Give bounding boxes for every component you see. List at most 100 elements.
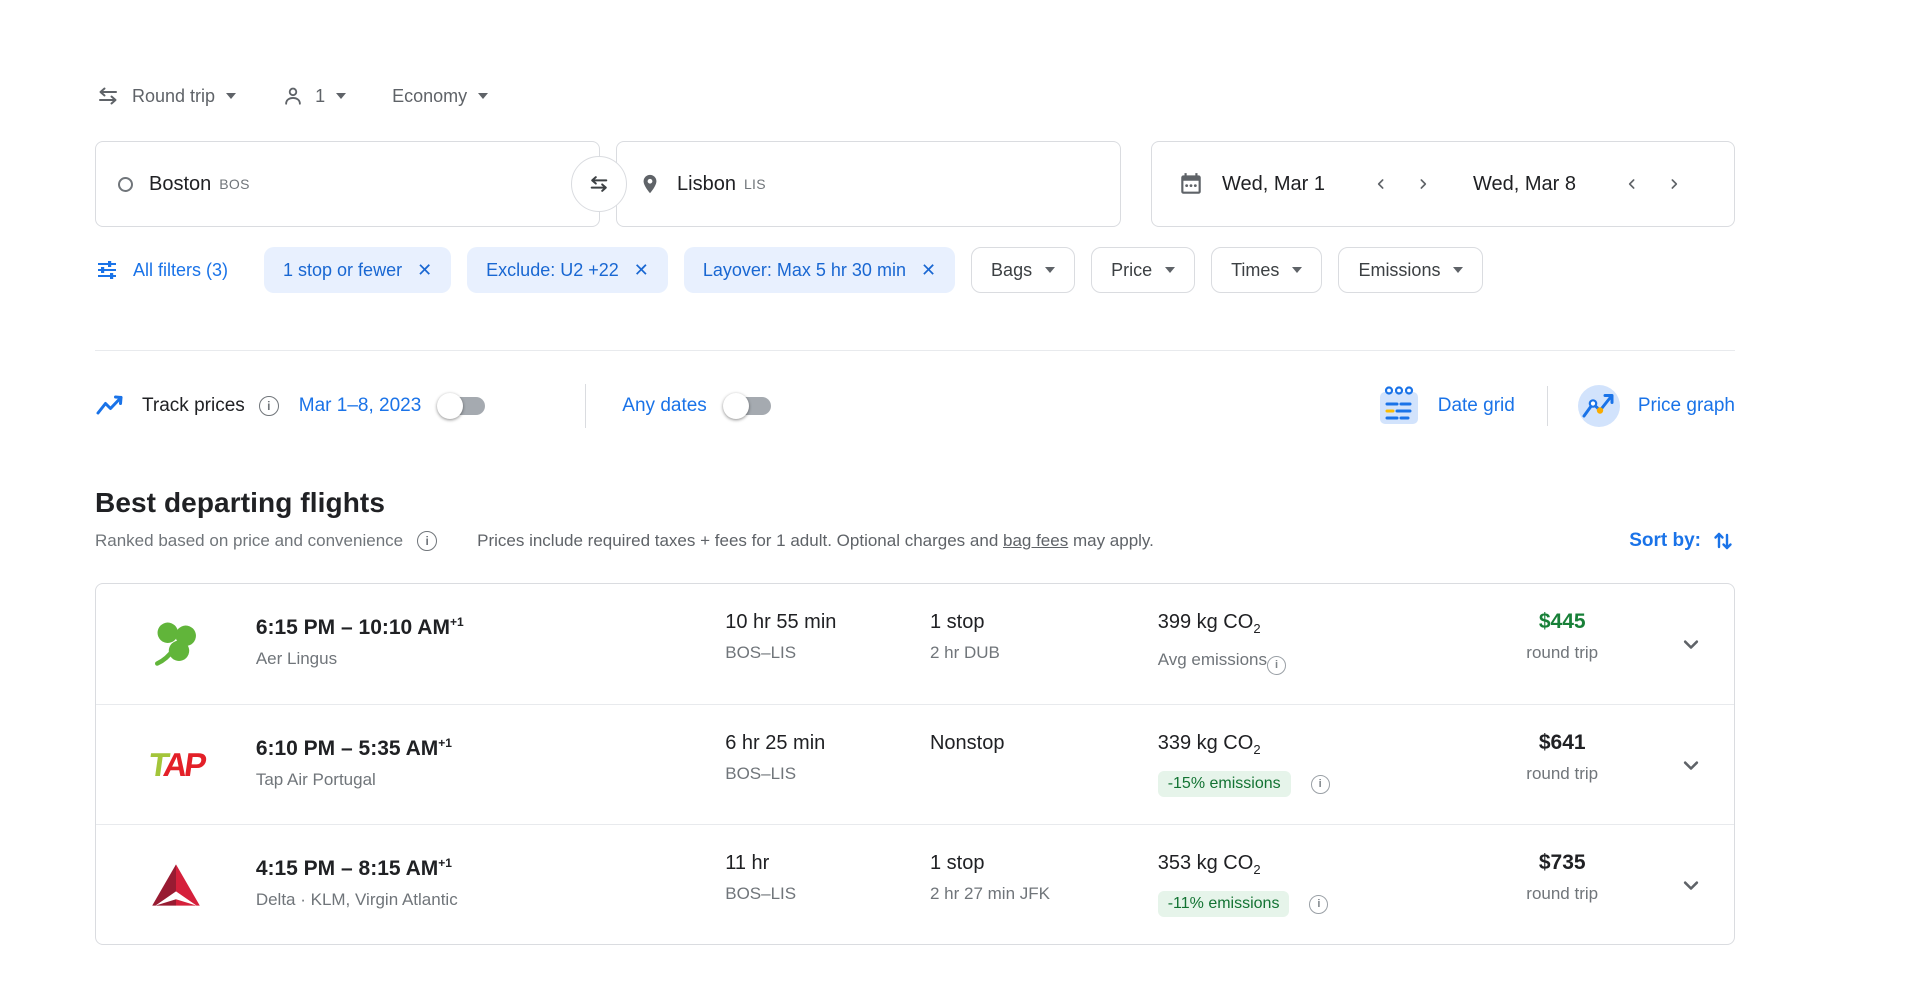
- expand-flight-button[interactable]: [1677, 825, 1734, 944]
- filter-chip-stops[interactable]: 1 stop or fewer ✕: [264, 247, 451, 293]
- destination-field[interactable]: Lisbon LIS: [616, 141, 1121, 227]
- price-unit: round trip: [1447, 642, 1677, 664]
- next-departure-date-button[interactable]: [1415, 176, 1431, 192]
- chevron-down-icon: [1165, 267, 1175, 273]
- tap-logo: TAP: [146, 746, 206, 784]
- calendar-icon: [1178, 171, 1204, 197]
- flight-times: 6:10 PM – 5:35 AM+1: [256, 730, 725, 762]
- prev-return-date-button[interactable]: [1624, 176, 1640, 192]
- chevron-down-icon: [336, 93, 346, 99]
- flight-row-aer-lingus[interactable]: 6:15 PM – 10:10 AM+1 Aer Lingus 10 hr 55…: [96, 584, 1734, 704]
- search-form: Boston BOS Lisbon LIS: [95, 141, 1735, 227]
- sort-arrows-icon: [1711, 529, 1735, 553]
- filter-dropdown-price[interactable]: Price: [1091, 247, 1195, 293]
- flight-price: $641: [1447, 730, 1677, 756]
- filter-chip-exclude-airlines[interactable]: Exclude: U2 +22 ✕: [467, 247, 668, 293]
- emissions-cell: 353 kg CO2 -11% emissions i: [1158, 825, 1448, 944]
- airline-logo: TAP: [96, 705, 256, 824]
- flight-row-delta[interactable]: 4:15 PM – 8:15 AM+1 Delta · KLM, Virgin …: [96, 824, 1734, 944]
- flight-times-cell: 4:15 PM – 8:15 AM+1 Delta · KLM, Virgin …: [256, 825, 725, 944]
- remove-filter-icon[interactable]: ✕: [634, 261, 649, 279]
- price-unit: round trip: [1447, 883, 1677, 905]
- trip-options-bar: Round trip 1 Economy: [95, 0, 1735, 107]
- any-dates-toggle[interactable]: [723, 393, 773, 419]
- filter-dropdown-times[interactable]: Times: [1211, 247, 1322, 293]
- date-grid-button[interactable]: Date grid: [1376, 384, 1515, 428]
- track-prices-toggle[interactable]: [437, 393, 487, 419]
- stops-cell: 1 stop 2 hr 27 min JFK: [930, 825, 1158, 944]
- time-range: 6:15 PM – 10:10 AM: [256, 616, 450, 639]
- prev-departure-date-button[interactable]: [1373, 176, 1389, 192]
- all-filters-label: All filters (3): [133, 260, 228, 281]
- info-icon[interactable]: i: [417, 531, 437, 551]
- ranked-note: Ranked based on price and convenience: [95, 531, 403, 551]
- emissions-cell: 339 kg CO2 -15% emissions i: [1158, 705, 1448, 824]
- remove-filter-icon[interactable]: ✕: [921, 261, 936, 279]
- price-note-text: may apply.: [1068, 531, 1154, 550]
- any-dates-label[interactable]: Any dates: [622, 395, 707, 417]
- filters-bar: All filters (3) 1 stop or fewer ✕ Exclud…: [95, 247, 1735, 293]
- filter-chip-label: Exclude: U2 +22: [486, 260, 619, 281]
- price-graph-button[interactable]: Price graph: [1576, 383, 1735, 429]
- info-icon[interactable]: i: [1309, 895, 1328, 914]
- origin-airport-code: BOS: [219, 176, 249, 192]
- filter-chip-label: 1 stop or fewer: [283, 260, 402, 281]
- location-pin-icon: [639, 171, 661, 197]
- time-range: 4:15 PM – 8:15 AM: [256, 857, 438, 880]
- chevron-down-icon: [1292, 267, 1302, 273]
- tracked-dates-link[interactable]: Mar 1–8, 2023: [299, 395, 422, 417]
- price-graph-icon: [1576, 383, 1622, 429]
- results-subheader: Ranked based on price and convenience i …: [95, 529, 1735, 553]
- next-day-indicator: +1: [450, 615, 464, 629]
- trip-type-select[interactable]: Round trip: [95, 85, 236, 107]
- co2-subscript: 2: [1253, 862, 1260, 877]
- flight-price: $445: [1447, 609, 1677, 635]
- return-date[interactable]: Wed, Mar 8: [1473, 173, 1576, 196]
- expand-flight-button[interactable]: [1677, 584, 1734, 704]
- toggle-knob: [723, 393, 749, 419]
- delta-logo-icon: [150, 862, 202, 908]
- chevron-down-icon: [1677, 871, 1705, 899]
- chevron-down-icon: [1045, 267, 1055, 273]
- date-grid-icon: [1376, 384, 1422, 428]
- filter-dropdown-bags[interactable]: Bags: [971, 247, 1075, 293]
- info-icon[interactable]: i: [1311, 775, 1330, 794]
- info-icon[interactable]: i: [1267, 656, 1286, 675]
- cabin-class-select[interactable]: Economy: [392, 86, 488, 107]
- co2-amount: 339 kg CO2: [1158, 730, 1448, 763]
- page-title: Best departing flights: [95, 487, 1735, 519]
- time-range: 6:10 PM – 5:35 AM: [256, 737, 438, 760]
- next-return-date-button[interactable]: [1666, 176, 1682, 192]
- co2-value: 399 kg CO: [1158, 611, 1254, 633]
- dates-field[interactable]: Wed, Mar 1 Wed, Mar 8: [1151, 141, 1735, 227]
- remove-filter-icon[interactable]: ✕: [417, 261, 432, 279]
- info-icon[interactable]: i: [259, 396, 279, 416]
- sort-by-button[interactable]: Sort by:: [1629, 529, 1735, 553]
- stops-count: 1 stop: [930, 609, 1158, 635]
- swap-horiz-icon: [95, 85, 121, 107]
- filter-dropdown-emissions[interactable]: Emissions: [1338, 247, 1483, 293]
- stops-count: 1 stop: [930, 850, 1158, 876]
- chevron-down-icon: [226, 93, 236, 99]
- section-divider: [95, 350, 1735, 351]
- filter-chip-layover[interactable]: Layover: Max 5 hr 30 min ✕: [684, 247, 955, 293]
- swap-route-button[interactable]: [571, 156, 627, 212]
- origin-field[interactable]: Boston BOS: [95, 141, 600, 227]
- emissions-badge: -15% emissions: [1158, 771, 1291, 797]
- emissions-badge: -11% emissions: [1158, 891, 1290, 917]
- flight-times: 6:15 PM – 10:10 AM+1: [256, 609, 725, 641]
- trending-icon: [95, 393, 125, 419]
- price-note: Prices include required taxes + fees for…: [477, 531, 1154, 551]
- track-prices-label: Track prices: [142, 395, 245, 417]
- co2-subscript: 2: [1253, 742, 1260, 757]
- passengers-select[interactable]: 1: [282, 85, 346, 107]
- vertical-divider: [1547, 386, 1548, 426]
- flight-row-tap[interactable]: TAP 6:10 PM – 5:35 AM+1 Tap Air Portugal…: [96, 704, 1734, 824]
- price-note-text: Prices include required taxes + fees for…: [477, 531, 1003, 550]
- emissions-badge-line: -11% emissions i: [1158, 891, 1448, 917]
- bag-fees-link[interactable]: bag fees: [1003, 531, 1068, 550]
- departure-date[interactable]: Wed, Mar 1: [1222, 173, 1325, 196]
- filter-dropdown-label: Price: [1111, 260, 1152, 281]
- all-filters-button[interactable]: All filters (3): [95, 258, 228, 282]
- expand-flight-button[interactable]: [1677, 705, 1734, 824]
